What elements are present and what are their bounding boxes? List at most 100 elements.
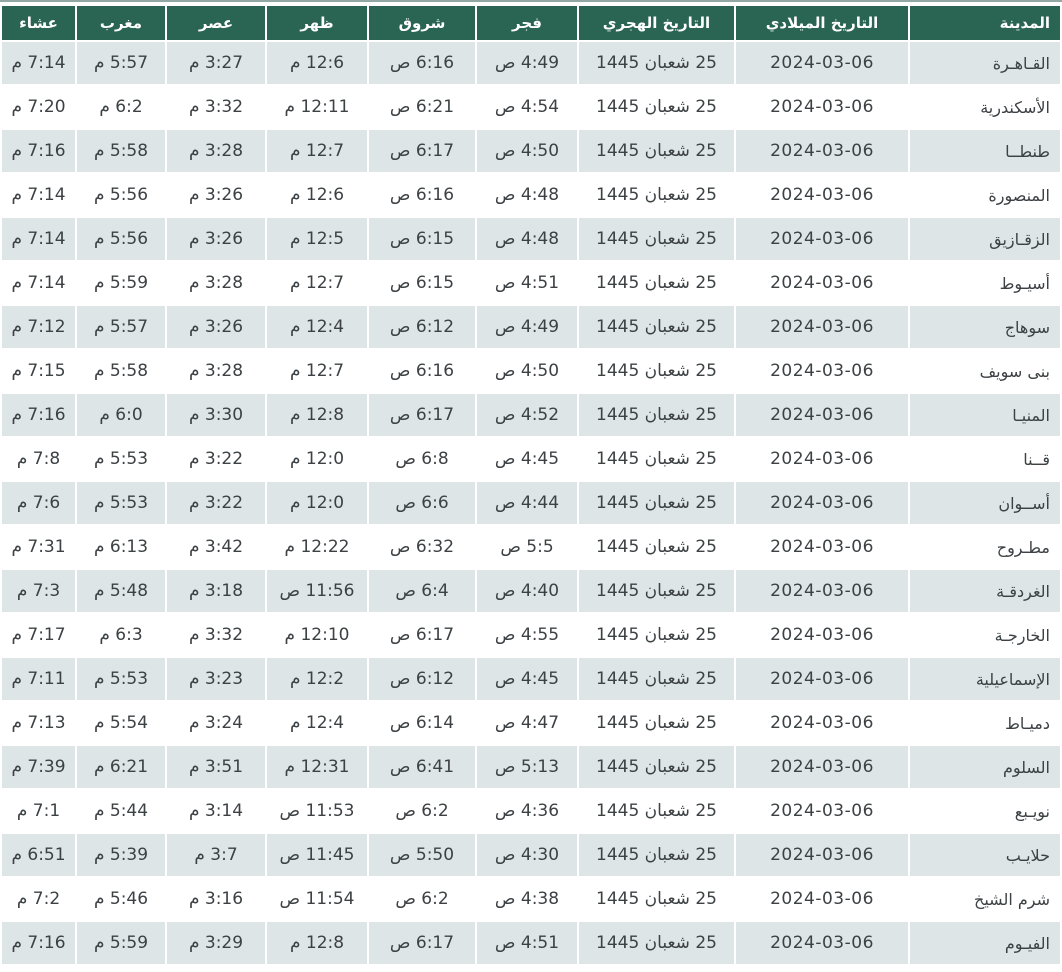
hijri-date-cell: 25 شعبان 1445 (579, 878, 734, 920)
isha-time-cell: 6:51 م (2, 834, 75, 876)
shorouq-time-cell: 6:12 ص (369, 658, 475, 700)
table-row: الغردقـة 2024-03-06 25 شعبان 1445 4:40 ص… (2, 570, 1060, 612)
dhuhr-time-cell: 11:54 ص (267, 878, 367, 920)
asr-time-cell: 3:26 م (167, 218, 265, 260)
hijri-date-cell: 25 شعبان 1445 (579, 350, 734, 392)
dhuhr-time-cell: 12:31 م (267, 746, 367, 788)
shorouq-time-cell: 6:2 ص (369, 790, 475, 832)
shorouq-time-cell: 6:32 ص (369, 526, 475, 568)
maghrib-time-cell: 5:46 م (77, 878, 165, 920)
asr-time-cell: 3:22 م (167, 482, 265, 524)
maghrib-time-cell: 5:39 م (77, 834, 165, 876)
gregorian-date-cell: 2024-03-06 (736, 130, 908, 172)
isha-time-cell: 7:6 م (2, 482, 75, 524)
gregorian-date-cell: 2024-03-06 (736, 658, 908, 700)
asr-time-cell: 3:27 م (167, 42, 265, 84)
table-row: قــنا 2024-03-06 25 شعبان 1445 4:45 ص 6:… (2, 438, 1060, 480)
dhuhr-time-cell: 12:4 م (267, 306, 367, 348)
gregorian-date-cell: 2024-03-06 (736, 746, 908, 788)
asr-time-cell: 3:28 م (167, 262, 265, 304)
maghrib-time-cell: 5:48 م (77, 570, 165, 612)
asr-time-cell: 3:18 م (167, 570, 265, 612)
city-cell: قــنا (910, 438, 1060, 480)
fajr-time-cell: 4:36 ص (477, 790, 577, 832)
fajr-time-cell: 4:47 ص (477, 702, 577, 744)
shorouq-time-cell: 6:16 ص (369, 42, 475, 84)
isha-time-cell: 7:14 م (2, 42, 75, 84)
isha-time-cell: 7:16 م (2, 130, 75, 172)
city-cell: نويـبع (910, 790, 1060, 832)
dhuhr-time-cell: 12:6 م (267, 42, 367, 84)
maghrib-time-cell: 5:56 م (77, 218, 165, 260)
fajr-time-cell: 4:48 ص (477, 174, 577, 216)
header-maghrib: مغرب (77, 6, 165, 40)
table-row: حلايـب 2024-03-06 25 شعبان 1445 4:30 ص 5… (2, 834, 1060, 876)
table-row: القـاهـرة 2024-03-06 25 شعبان 1445 4:49 … (2, 42, 1060, 84)
maghrib-time-cell: 5:54 م (77, 702, 165, 744)
city-cell: أسيـوط (910, 262, 1060, 304)
fajr-time-cell: 4:44 ص (477, 482, 577, 524)
header-isha: عشاء (2, 6, 75, 40)
asr-time-cell: 3:23 م (167, 658, 265, 700)
hijri-date-cell: 25 شعبان 1445 (579, 614, 734, 656)
header-fajr: فجر (477, 6, 577, 40)
table-row: شرم الشيخ 2024-03-06 25 شعبان 1445 4:38 … (2, 878, 1060, 920)
city-cell: شرم الشيخ (910, 878, 1060, 920)
table-row: المنيـا 2024-03-06 25 شعبان 1445 4:52 ص … (2, 394, 1060, 436)
table-row: أســوان 2024-03-06 25 شعبان 1445 4:44 ص … (2, 482, 1060, 524)
dhuhr-time-cell: 12:5 م (267, 218, 367, 260)
isha-time-cell: 7:20 م (2, 86, 75, 128)
maghrib-time-cell: 5:57 م (77, 42, 165, 84)
gregorian-date-cell: 2024-03-06 (736, 86, 908, 128)
shorouq-time-cell: 6:21 ص (369, 86, 475, 128)
isha-time-cell: 7:8 م (2, 438, 75, 480)
dhuhr-time-cell: 12:2 م (267, 658, 367, 700)
isha-time-cell: 7:31 م (2, 526, 75, 568)
table-top-edge (0, 0, 1062, 2)
hijri-date-cell: 25 شعبان 1445 (579, 482, 734, 524)
maghrib-time-cell: 5:59 م (77, 262, 165, 304)
maghrib-time-cell: 6:21 م (77, 746, 165, 788)
fajr-time-cell: 4:49 ص (477, 306, 577, 348)
hijri-date-cell: 25 شعبان 1445 (579, 130, 734, 172)
maghrib-time-cell: 5:59 م (77, 922, 165, 964)
header-hijri-date: التاريخ الهجري (579, 6, 734, 40)
table-row: الأسكندرية 2024-03-06 25 شعبان 1445 4:54… (2, 86, 1060, 128)
fajr-time-cell: 4:45 ص (477, 438, 577, 480)
hijri-date-cell: 25 شعبان 1445 (579, 394, 734, 436)
asr-time-cell: 3:16 م (167, 878, 265, 920)
city-cell: سوهاج (910, 306, 1060, 348)
city-cell: دميـاط (910, 702, 1060, 744)
fajr-time-cell: 4:51 ص (477, 262, 577, 304)
asr-time-cell: 3:42 م (167, 526, 265, 568)
fajr-time-cell: 4:49 ص (477, 42, 577, 84)
fajr-time-cell: 4:55 ص (477, 614, 577, 656)
asr-time-cell: 3:22 م (167, 438, 265, 480)
city-cell: مطـروح (910, 526, 1060, 568)
shorouq-time-cell: 6:4 ص (369, 570, 475, 612)
dhuhr-time-cell: 11:53 ص (267, 790, 367, 832)
isha-time-cell: 7:15 م (2, 350, 75, 392)
isha-time-cell: 7:2 م (2, 878, 75, 920)
asr-time-cell: 3:28 م (167, 130, 265, 172)
isha-time-cell: 7:12 م (2, 306, 75, 348)
isha-time-cell: 7:17 م (2, 614, 75, 656)
city-cell: حلايـب (910, 834, 1060, 876)
maghrib-time-cell: 5:53 م (77, 438, 165, 480)
gregorian-date-cell: 2024-03-06 (736, 922, 908, 964)
asr-time-cell: 3:30 م (167, 394, 265, 436)
fajr-time-cell: 4:51 ص (477, 922, 577, 964)
asr-time-cell: 3:26 م (167, 174, 265, 216)
maghrib-time-cell: 6:13 م (77, 526, 165, 568)
city-cell: طنطــا (910, 130, 1060, 172)
header-asr: عصر (167, 6, 265, 40)
fajr-time-cell: 4:52 ص (477, 394, 577, 436)
hijri-date-cell: 25 شعبان 1445 (579, 526, 734, 568)
asr-time-cell: 3:7 م (167, 834, 265, 876)
gregorian-date-cell: 2024-03-06 (736, 174, 908, 216)
header-row: المدينة التاريخ الميلادي التاريخ الهجري … (2, 6, 1060, 40)
gregorian-date-cell: 2024-03-06 (736, 42, 908, 84)
city-cell: الأسكندرية (910, 86, 1060, 128)
hijri-date-cell: 25 شعبان 1445 (579, 922, 734, 964)
fajr-time-cell: 5:5 ص (477, 526, 577, 568)
